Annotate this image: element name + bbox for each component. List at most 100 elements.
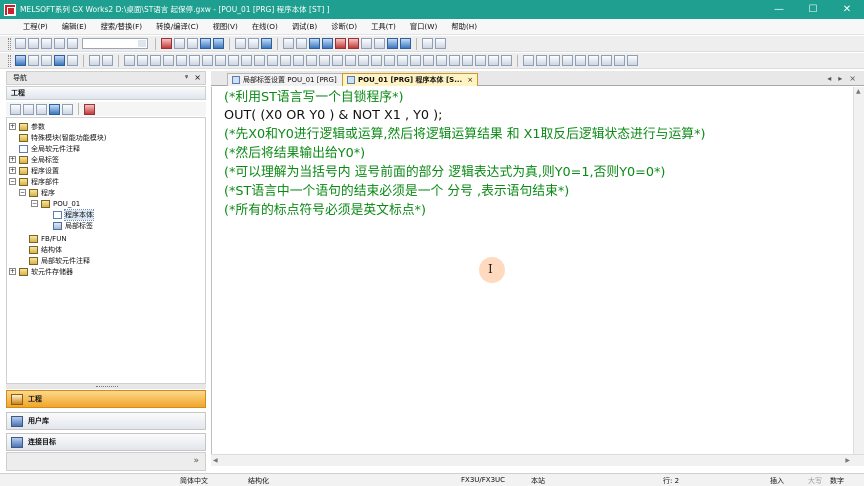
tree-item-pou[interactable]: − 程序部件 bbox=[9, 176, 59, 187]
ladder-element-icon[interactable] bbox=[267, 55, 278, 66]
ladder-element-icon[interactable] bbox=[449, 55, 460, 66]
st-code-editor[interactable]: (*利用ST语言写一个自锁程序*) OUT( (X0 OR Y0 ) & NOT… bbox=[211, 87, 853, 454]
tab-scroll-left-icon[interactable]: ◂ bbox=[827, 74, 831, 83]
ladder-element-icon[interactable] bbox=[189, 55, 200, 66]
menu-online[interactable]: 在线(O) bbox=[245, 22, 285, 32]
convert-icon[interactable] bbox=[283, 38, 294, 49]
menu-view[interactable]: 视图(V) bbox=[206, 22, 245, 32]
tree-options-icon[interactable] bbox=[84, 103, 95, 115]
vertical-scrollbar[interactable] bbox=[853, 87, 864, 454]
print-icon[interactable] bbox=[54, 38, 65, 49]
ladder-element-icon[interactable] bbox=[293, 55, 304, 66]
tree-item-local-device-comment[interactable]: 局部软元件注释 bbox=[29, 255, 90, 266]
close-document-icon[interactable]: × bbox=[849, 74, 856, 83]
ladder-element-icon[interactable] bbox=[280, 55, 291, 66]
ladder-element-icon[interactable] bbox=[202, 55, 213, 66]
code-line[interactable]: (*所有的标点符号必须是英文标点*) bbox=[224, 203, 426, 219]
replace-icon[interactable] bbox=[248, 38, 259, 49]
undo-icon[interactable] bbox=[200, 38, 211, 49]
ladder-element-icon[interactable] bbox=[371, 55, 382, 66]
ladder-element-icon[interactable] bbox=[588, 55, 599, 66]
verify-icon[interactable] bbox=[400, 38, 411, 49]
tree-item-fb-fun[interactable]: FB/FUN bbox=[29, 233, 67, 244]
ladder-element-icon[interactable] bbox=[124, 55, 135, 66]
ladder-element-icon[interactable] bbox=[397, 55, 408, 66]
menu-diagnostics[interactable]: 诊断(D) bbox=[324, 22, 364, 32]
tree-item-pou-01[interactable]: − POU_01 bbox=[31, 198, 80, 209]
device-search-icon[interactable] bbox=[261, 38, 272, 49]
ladder-element-icon[interactable] bbox=[358, 55, 369, 66]
save-icon[interactable] bbox=[41, 38, 52, 49]
refresh-icon[interactable] bbox=[62, 103, 73, 115]
copy-icon[interactable] bbox=[174, 38, 185, 49]
toolbar-combo[interactable] bbox=[82, 38, 148, 49]
open-folder-icon[interactable] bbox=[28, 38, 39, 49]
tree-item-parameters[interactable]: + 参数 bbox=[9, 121, 45, 132]
minimize-button[interactable]: — bbox=[762, 0, 796, 19]
expand-icon[interactable]: + bbox=[9, 123, 16, 130]
expand-icon[interactable]: + bbox=[9, 156, 16, 163]
panel-tab-user-library[interactable]: 用户库 bbox=[6, 412, 206, 430]
menu-help[interactable]: 帮助(H) bbox=[444, 22, 484, 32]
ladder-element-icon[interactable] bbox=[215, 55, 226, 66]
collapse-icon[interactable]: − bbox=[19, 189, 26, 196]
panel-overflow-bar[interactable] bbox=[6, 452, 206, 471]
tree-item-structure[interactable]: 结构体 bbox=[29, 244, 62, 255]
ladder-element-icon[interactable] bbox=[410, 55, 421, 66]
ladder-element-icon[interactable] bbox=[462, 55, 473, 66]
expand-icon[interactable]: + bbox=[9, 167, 16, 174]
ladder-element-icon[interactable] bbox=[549, 55, 560, 66]
tab-close-icon[interactable]: × bbox=[467, 76, 473, 84]
tree-item-program[interactable]: − 程序 bbox=[19, 187, 55, 198]
maximize-button[interactable]: ☐ bbox=[796, 0, 830, 19]
menu-project[interactable]: 工程(P) bbox=[16, 22, 55, 32]
window-arrange-icon[interactable] bbox=[422, 38, 433, 49]
code-line[interactable]: (*可以理解为当括号内 逗号前面的部分 逻辑表达式为真,则Y0=1,否则Y0=0… bbox=[224, 165, 665, 181]
horizontal-scrollbar[interactable] bbox=[211, 454, 864, 466]
ladder-element-icon[interactable] bbox=[501, 55, 512, 66]
menu-tools[interactable]: 工具(T) bbox=[364, 22, 403, 32]
tree-item-device-memory[interactable]: + 软元件存储器 bbox=[9, 266, 73, 277]
tree-item-intelligent-module[interactable]: 特殊模块(智能功能模块) bbox=[19, 132, 106, 143]
panel-tab-connection[interactable]: 连接目标 bbox=[6, 433, 206, 451]
ladder-element-icon[interactable] bbox=[241, 55, 252, 66]
collapse-icon[interactable]: − bbox=[9, 178, 16, 185]
panel-splitter[interactable] bbox=[6, 384, 206, 389]
redo-icon[interactable] bbox=[213, 38, 224, 49]
close-button[interactable]: ✕ bbox=[830, 0, 864, 19]
ladder-element-icon[interactable] bbox=[384, 55, 395, 66]
cut-icon[interactable] bbox=[161, 38, 172, 49]
compile-icon[interactable] bbox=[296, 38, 307, 49]
ladder-element-icon[interactable] bbox=[345, 55, 356, 66]
write-plc-icon[interactable] bbox=[322, 38, 333, 49]
ladder-element-icon[interactable] bbox=[137, 55, 148, 66]
comment-icon[interactable] bbox=[102, 55, 113, 66]
panel-tab-project[interactable]: 工程 bbox=[6, 390, 206, 408]
monitor-icon[interactable] bbox=[335, 38, 346, 49]
ladder-element-icon[interactable] bbox=[228, 55, 239, 66]
tree-item-program-body[interactable]: 程序本体 bbox=[53, 208, 94, 221]
ladder-element-icon[interactable] bbox=[601, 55, 612, 66]
toolbar-grip[interactable] bbox=[8, 54, 11, 67]
new-file-icon[interactable] bbox=[15, 38, 26, 49]
grid-view-icon[interactable] bbox=[41, 55, 52, 66]
dock-view-icon[interactable] bbox=[67, 55, 78, 66]
online-icon[interactable] bbox=[387, 38, 398, 49]
project-view-icon[interactable] bbox=[15, 55, 26, 66]
code-line[interactable]: (*利用ST语言写一个自锁程序*) bbox=[224, 90, 404, 106]
code-line[interactable]: OUT( (X0 OR Y0 ) & NOT X1 , Y0 ); bbox=[224, 108, 442, 124]
paste-icon[interactable] bbox=[187, 38, 198, 49]
property-icon[interactable] bbox=[36, 103, 47, 115]
ladder-element-icon[interactable] bbox=[150, 55, 161, 66]
tree-item-program-setting[interactable]: + 程序设置 bbox=[9, 165, 59, 176]
tree-item-global-device-comment[interactable]: 全局软元件注释 bbox=[19, 143, 80, 154]
ladder-element-icon[interactable] bbox=[319, 55, 330, 66]
open-item-icon[interactable] bbox=[49, 103, 60, 115]
menu-debug[interactable]: 调试(B) bbox=[285, 22, 324, 32]
network-icon[interactable] bbox=[89, 55, 100, 66]
ladder-element-icon[interactable] bbox=[176, 55, 187, 66]
tree-item-local-label[interactable]: 局部标签 bbox=[53, 220, 93, 231]
tab-local-label-setting[interactable]: 局部标签设置 POU_01 [PRG] × bbox=[227, 73, 353, 86]
tree-item-global-label[interactable]: + 全局标签 bbox=[9, 154, 59, 165]
list-view-icon[interactable] bbox=[28, 55, 39, 66]
